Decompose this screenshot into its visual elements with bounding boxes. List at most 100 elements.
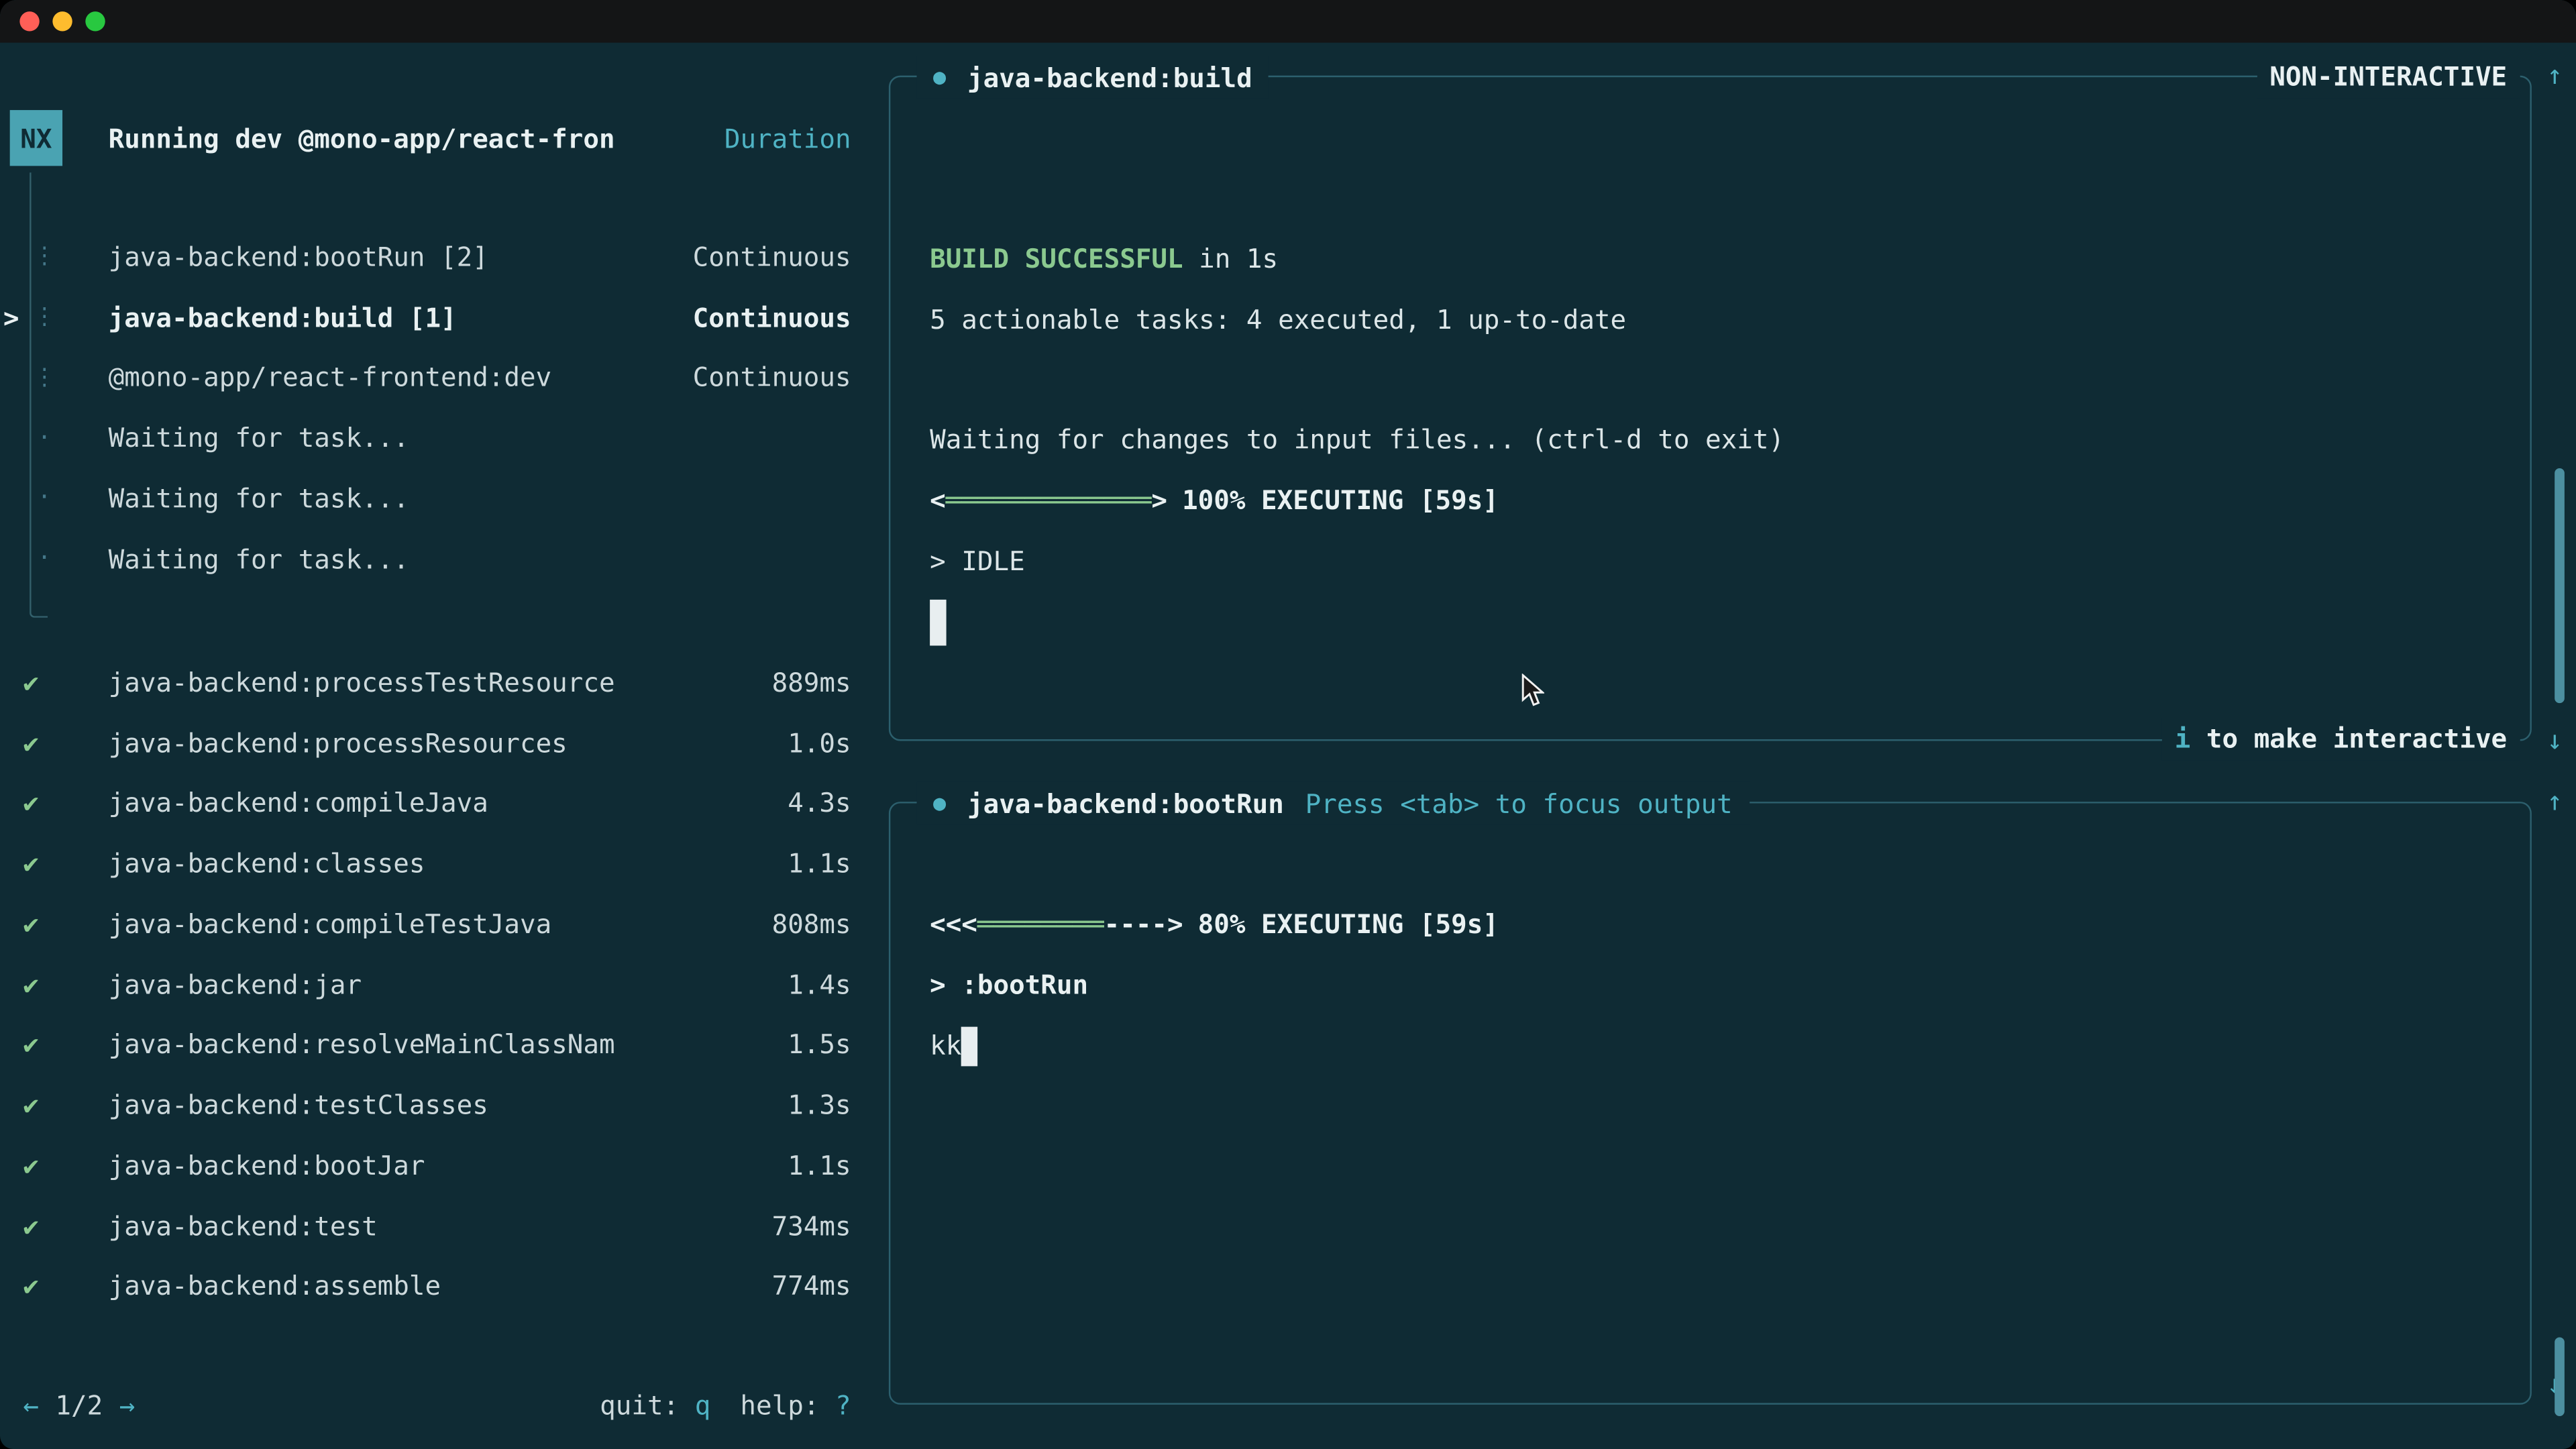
task-label: Waiting for task... xyxy=(109,423,851,454)
build-pane-title: ● java-backend:build xyxy=(917,56,1269,99)
quit-hint: quit: q xyxy=(600,1389,710,1421)
task-row-completed[interactable]: ✔ java-backend:jar 1.4s xyxy=(0,954,851,1014)
task-label: java-backend:assemble xyxy=(109,1271,772,1302)
build-output-pane[interactable]: ● java-backend:build NON-INTERACTIVE BUI… xyxy=(889,76,2532,741)
task-status: Continuous xyxy=(693,241,851,273)
terminal-line: BUILD SUCCESSFUL in 1s xyxy=(930,230,2530,290)
terminal-line xyxy=(930,592,2530,653)
progress-dashes: ---- xyxy=(1104,908,1167,940)
task-row-completed[interactable]: ✔ java-backend:compileTestJava 808ms xyxy=(0,894,851,954)
task-status: Continuous xyxy=(693,362,851,394)
task-duration: 774ms xyxy=(772,1271,851,1302)
running-indicator-icon: ⋮ xyxy=(33,244,56,270)
key-hints: quit: q help: ? xyxy=(600,1389,851,1421)
task-label: java-backend:processTestResource xyxy=(109,667,772,698)
nx-logo: NX xyxy=(10,110,62,166)
non-interactive-badge: NON-INTERACTIVE xyxy=(2257,56,2520,99)
progress-open: <<< xyxy=(930,908,977,940)
focus-output-hint: Press <tab> to focus output xyxy=(1305,788,1733,819)
task-row-running[interactable]: > ⋮ @mono-app/react-frontend:dev Continu… xyxy=(0,347,851,408)
task-row-waiting[interactable]: · Waiting for task... xyxy=(0,529,851,589)
pagination: ← 1/2 → xyxy=(23,1389,135,1421)
interactive-hint-rest: to make interactive xyxy=(2190,723,2507,755)
running-indicator-icon: ⋮ xyxy=(33,304,56,330)
task-row-waiting[interactable]: · Waiting for task... xyxy=(0,468,851,529)
task-row-completed[interactable]: ✔ java-backend:processTestResource 889ms xyxy=(0,652,851,712)
status-dot-icon: ● xyxy=(933,791,946,816)
checkmark-icon: ✔ xyxy=(0,667,109,698)
progress-close: > xyxy=(1151,484,1167,516)
task-row-running[interactable]: > ⋮ java-backend:build [1] Continuous xyxy=(0,287,851,347)
minimize-button[interactable] xyxy=(52,11,72,31)
task-duration: 808ms xyxy=(772,908,851,940)
task-row-completed[interactable]: ✔ java-backend:bootJar 1.1s xyxy=(0,1135,851,1195)
window-titlebar xyxy=(0,0,2576,43)
terminal-input-text: kk xyxy=(930,1029,961,1061)
task-label: java-backend:bootJar xyxy=(109,1150,788,1181)
scrollbar-thumb[interactable] xyxy=(2555,1337,2565,1416)
task-label: java-backend:jar xyxy=(109,969,788,1000)
progress-label: 100% EXECUTING [59s] xyxy=(1182,484,1499,516)
task-label: java-backend:resolveMainClassNam xyxy=(109,1029,788,1061)
prev-page-arrow-icon[interactable]: ← xyxy=(23,1389,39,1421)
task-row-completed[interactable]: ✔ java-backend:compileJava 4.3s xyxy=(0,773,851,833)
bootrun-output-pane[interactable]: ● java-backend:bootRun Press <tab> to fo… xyxy=(889,802,2532,1405)
progress-label: 80% EXECUTING [59s] xyxy=(1198,908,1499,940)
sidebar-footer: ← 1/2 → quit: q help: ? xyxy=(23,1375,851,1434)
checkmark-icon: ✔ xyxy=(0,788,109,819)
build-success-rest: in 1s xyxy=(1183,243,1279,274)
build-pane-name: java-backend:build xyxy=(967,62,1252,93)
task-row-completed[interactable]: ✔ java-backend:classes 1.1s xyxy=(0,833,851,894)
terminal-line: > IDLE xyxy=(930,532,2530,592)
task-label: java-backend:compileJava xyxy=(109,788,788,819)
task-label: java-backend:processResources xyxy=(109,727,788,759)
block-cursor xyxy=(930,600,946,646)
running-indicator-icon: ⋮ xyxy=(33,364,56,390)
checkmark-icon: ✔ xyxy=(0,908,109,940)
bootrun-pane-body: <<<════════---->80% EXECUTING [59s] > :b… xyxy=(890,804,2530,1077)
help-label: help: xyxy=(740,1389,835,1421)
output-area: ● java-backend:build NON-INTERACTIVE BUI… xyxy=(887,43,2576,1449)
task-duration: 1.4s xyxy=(788,969,851,1000)
scroll-up-arrow-icon[interactable]: ↑ xyxy=(2538,56,2571,95)
waiting-bullet-icon: · xyxy=(33,545,56,572)
waiting-bullet-icon: · xyxy=(33,485,56,511)
next-page-arrow-icon[interactable]: → xyxy=(119,1389,136,1421)
task-row-running[interactable]: > ⋮ java-backend:bootRun [2] Continuous xyxy=(0,227,851,287)
task-row-completed[interactable]: ✔ java-backend:testClasses 1.3s xyxy=(0,1075,851,1135)
task-duration: 889ms xyxy=(772,667,851,698)
duration-column-header: Duration xyxy=(724,122,851,154)
scroll-down-arrow-icon[interactable]: ↓ xyxy=(2538,721,2571,761)
interactive-hint-key: i xyxy=(2175,723,2191,755)
task-label: java-backend:classes xyxy=(109,848,788,879)
checkmark-icon: ✔ xyxy=(0,969,109,1000)
checkmark-icon: ✔ xyxy=(0,848,109,879)
task-duration: 4.3s xyxy=(788,788,851,819)
task-row-completed[interactable]: ✔ java-backend:processResources 1.0s xyxy=(0,712,851,773)
scroll-up-arrow-icon[interactable]: ↑ xyxy=(2538,782,2571,822)
mouse-cursor-icon xyxy=(1521,674,1544,708)
task-row-waiting[interactable]: · Waiting for task... xyxy=(0,408,851,468)
quit-label: quit: xyxy=(600,1389,695,1421)
progress-bar: <<<════════---->80% EXECUTING [59s] xyxy=(930,896,2530,956)
task-label: java-backend:compileTestJava xyxy=(109,908,772,940)
task-row-completed[interactable]: ✔ java-backend:resolveMainClassNam 1.5s xyxy=(0,1014,851,1075)
sidebar-title: Running dev @mono-app/react-fron xyxy=(109,122,724,154)
progress-fill: ═════════════ xyxy=(946,484,1152,516)
checkmark-icon: ✔ xyxy=(0,1150,109,1181)
page-indicator: 1/2 xyxy=(55,1389,103,1421)
close-button[interactable] xyxy=(19,11,39,31)
quit-key: q xyxy=(695,1389,711,1421)
status-dot-icon: ● xyxy=(933,65,946,90)
task-label: @mono-app/react-frontend:dev xyxy=(109,362,693,394)
zoom-button[interactable] xyxy=(85,11,105,31)
task-duration: 1.1s xyxy=(788,848,851,879)
checkmark-icon: ✔ xyxy=(0,1210,109,1242)
terminal-line-blank xyxy=(930,351,2530,411)
task-duration: 1.0s xyxy=(788,727,851,759)
task-row-completed[interactable]: ✔ java-backend:assemble 774ms xyxy=(0,1256,851,1316)
bootrun-pane-name: java-backend:bootRun xyxy=(967,788,1284,819)
task-row-completed[interactable]: ✔ java-backend:test 734ms xyxy=(0,1195,851,1256)
build-success-text: BUILD SUCCESSFUL xyxy=(930,243,1183,274)
scrollbar-thumb[interactable] xyxy=(2555,468,2565,703)
